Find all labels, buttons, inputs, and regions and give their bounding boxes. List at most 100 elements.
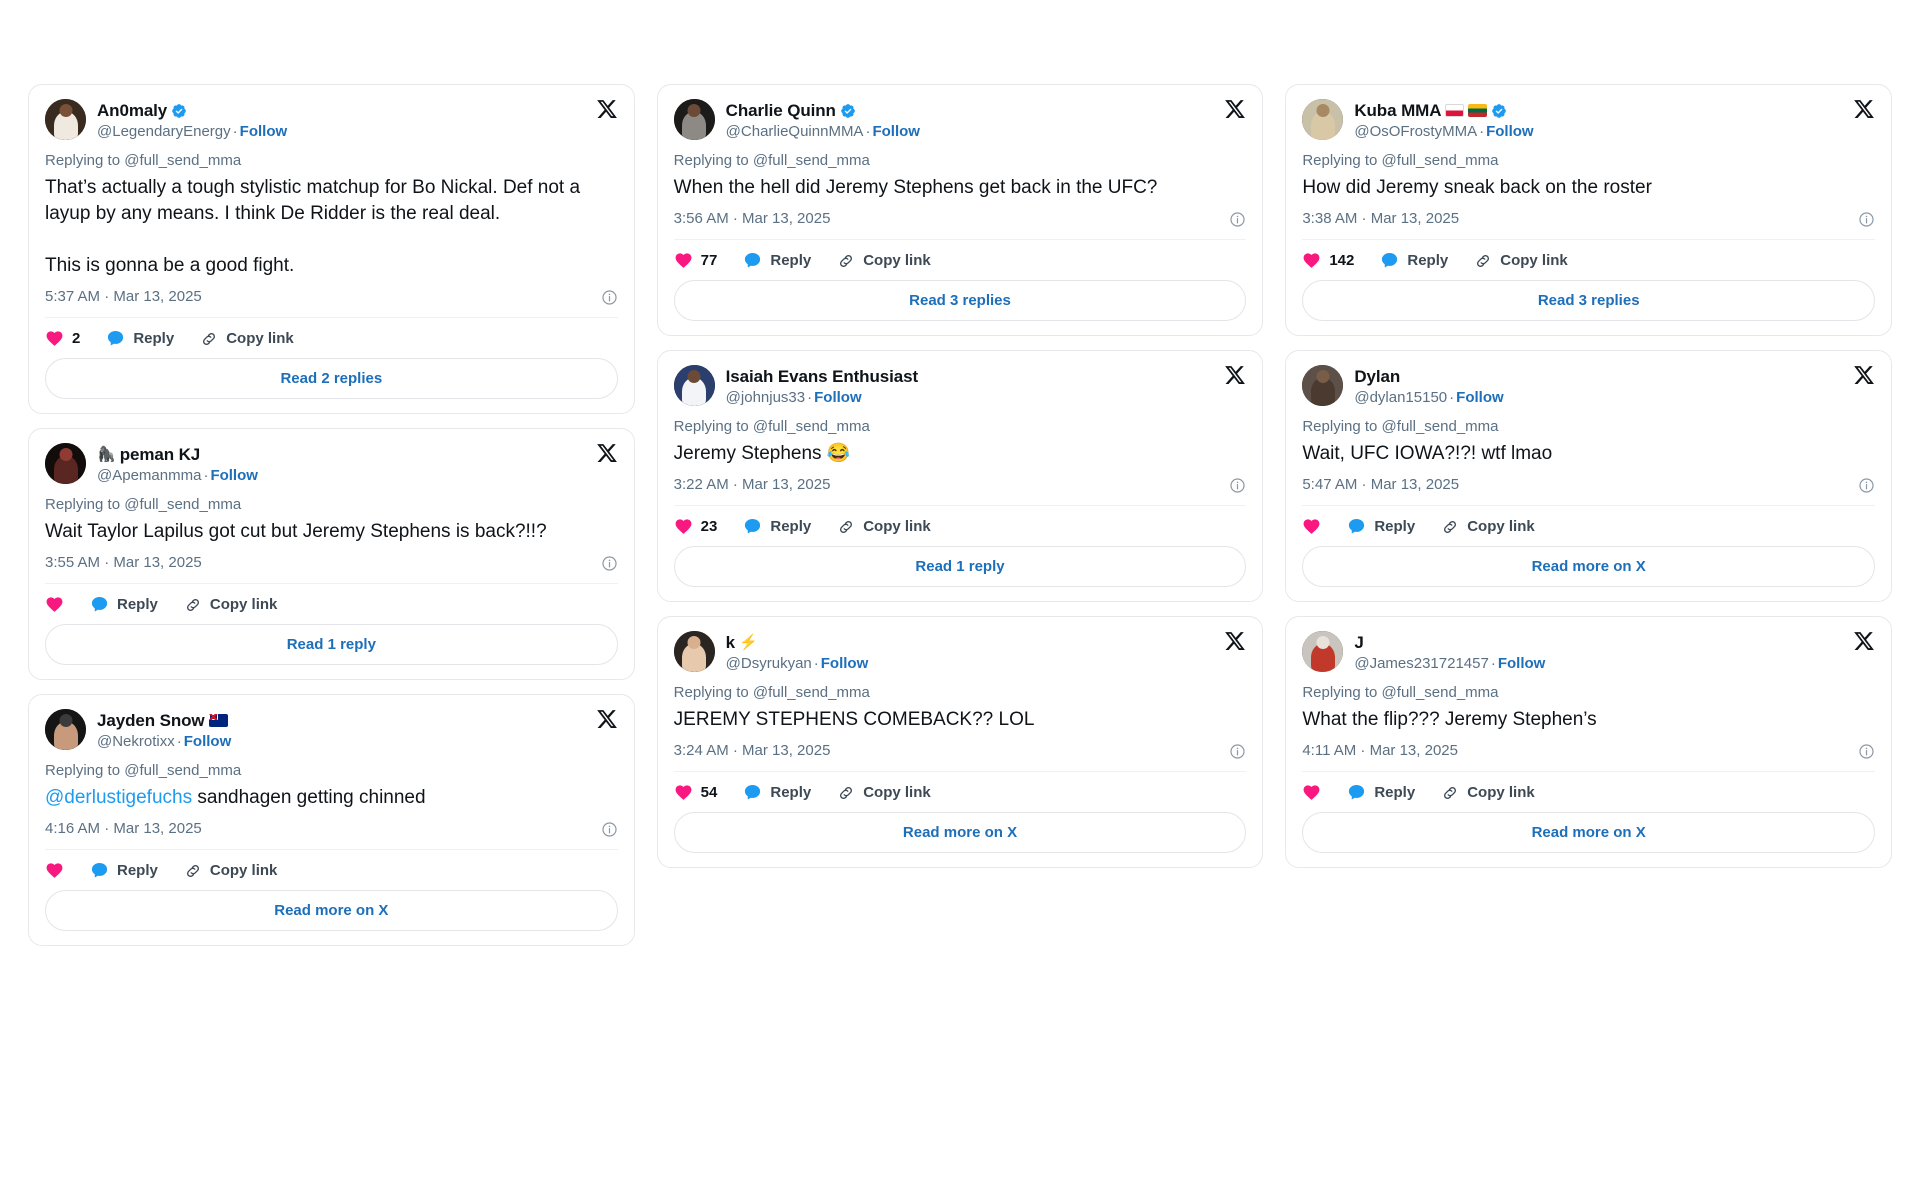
info-circle-icon[interactable] — [601, 555, 618, 572]
like-action[interactable] — [45, 595, 64, 614]
copy-link-label: Copy link — [863, 783, 931, 801]
dot-separator: · — [1490, 655, 1496, 672]
follow-button[interactable]: Follow — [1498, 655, 1546, 672]
info-circle-icon[interactable] — [1229, 477, 1246, 494]
follow-button[interactable]: Follow — [814, 389, 862, 406]
display-name[interactable]: k — [726, 632, 735, 653]
avatar[interactable] — [673, 631, 715, 672]
user-handle[interactable]: @Dsyrukyan — [726, 655, 812, 672]
avatar[interactable] — [673, 365, 715, 406]
follow-button[interactable]: Follow — [1486, 123, 1534, 140]
header-text: Jayden Snow @Nekrotixx · Follow — [97, 709, 618, 752]
reply-action[interactable]: Reply — [1347, 517, 1415, 536]
user-handle[interactable]: @James231721457 — [1354, 655, 1489, 672]
like-action[interactable]: 2 — [45, 329, 80, 348]
display-name[interactable]: Charlie Quinn — [726, 100, 836, 121]
x-logo-icon[interactable] — [1224, 98, 1246, 120]
follow-button[interactable]: Follow — [210, 467, 258, 484]
info-circle-icon[interactable] — [1858, 477, 1875, 494]
x-logo-icon[interactable] — [596, 442, 618, 464]
read-replies-button[interactable]: Read more on X — [1302, 812, 1876, 853]
avatar[interactable] — [1302, 631, 1344, 672]
display-name[interactable]: An0maly — [97, 100, 167, 121]
read-replies-button[interactable]: Read more on X — [1302, 546, 1876, 587]
like-action[interactable]: 77 — [674, 251, 717, 270]
copy-link-action[interactable]: Copy link — [200, 330, 294, 348]
copy-link-action[interactable]: Copy link — [184, 862, 277, 880]
x-logo-icon[interactable] — [596, 708, 618, 730]
read-replies-button[interactable]: Read 3 replies — [673, 280, 1247, 321]
timestamp: 3:24 AM · Mar 13, 2025 — [673, 742, 831, 759]
display-name[interactable]: J — [1354, 632, 1363, 653]
like-action[interactable]: 54 — [674, 783, 717, 802]
read-replies-button[interactable]: Read 1 reply — [673, 546, 1247, 587]
user-handle[interactable]: @CharlieQuinnMMA — [726, 123, 864, 140]
info-circle-icon[interactable] — [1858, 211, 1875, 228]
read-replies-button[interactable]: Read more on X — [673, 812, 1247, 853]
user-handle[interactable]: @Apemanmma — [97, 467, 201, 484]
follow-button[interactable]: Follow — [240, 123, 288, 140]
like-action[interactable] — [1302, 517, 1321, 536]
x-logo-icon[interactable] — [1853, 364, 1875, 386]
reply-action[interactable]: Reply — [1347, 783, 1415, 802]
display-name[interactable]: peman KJ — [120, 444, 201, 465]
reply-action[interactable]: Reply — [743, 251, 811, 270]
reply-action[interactable]: Reply — [90, 861, 158, 880]
read-replies-button[interactable]: Read 1 reply — [45, 624, 618, 665]
x-logo-icon[interactable] — [1224, 630, 1246, 652]
like-action[interactable] — [45, 861, 64, 880]
reply-action[interactable]: Reply — [106, 329, 174, 348]
user-handle[interactable]: @OsOFrostyMMA — [1354, 123, 1477, 140]
read-replies-button[interactable]: Read 2 replies — [45, 358, 618, 399]
x-logo-icon[interactable] — [1224, 364, 1246, 386]
x-logo-icon[interactable] — [1853, 98, 1875, 120]
avatar[interactable] — [1302, 365, 1344, 406]
follow-button[interactable]: Follow — [1456, 389, 1504, 406]
avatar[interactable] — [45, 443, 86, 484]
info-circle-icon[interactable] — [601, 289, 618, 306]
avatar[interactable] — [673, 99, 715, 140]
copy-link-action[interactable]: Copy link — [184, 596, 277, 614]
copy-link-action[interactable]: Copy link — [1441, 518, 1535, 536]
info-circle-icon[interactable] — [1229, 211, 1246, 228]
user-handle[interactable]: @dylan15150 — [1354, 389, 1447, 406]
timestamp-row: 5:37 AM · Mar 13, 2025 — [45, 287, 618, 317]
display-name[interactable]: Kuba MMA — [1354, 100, 1441, 121]
copy-link-action[interactable]: Copy link — [1441, 784, 1535, 802]
reply-label: Reply — [770, 783, 812, 801]
copy-link-action[interactable]: Copy link — [837, 518, 931, 536]
display-name[interactable]: Jayden Snow — [97, 710, 205, 731]
avatar[interactable] — [1302, 99, 1344, 140]
replying-to-label: Replying to @full_send_mma — [673, 418, 870, 435]
display-name-row: Kuba MMA — [1354, 100, 1875, 121]
display-name[interactable]: Isaiah Evans Enthusiast — [726, 366, 918, 387]
info-circle-icon[interactable] — [1229, 743, 1246, 760]
copy-link-action[interactable]: Copy link — [837, 252, 931, 270]
user-handle[interactable]: @LegendaryEnergy — [97, 123, 231, 140]
copy-link-action[interactable]: Copy link — [1474, 252, 1568, 270]
info-circle-icon[interactable] — [1858, 743, 1875, 760]
display-name[interactable]: Dylan — [1354, 366, 1400, 387]
x-logo-icon[interactable] — [1853, 630, 1875, 652]
like-action[interactable]: 142 — [1302, 251, 1354, 270]
follow-button[interactable]: Follow — [872, 123, 920, 140]
reply-action[interactable]: Reply — [743, 783, 811, 802]
avatar[interactable] — [45, 99, 86, 140]
reply-action[interactable]: Reply — [743, 517, 811, 536]
user-handle[interactable]: @johnjus33 — [726, 389, 805, 406]
copy-link-action[interactable]: Copy link — [837, 784, 931, 802]
like-action[interactable] — [1302, 783, 1321, 802]
read-replies-button[interactable]: Read 3 replies — [1302, 280, 1876, 321]
info-circle-icon[interactable] — [601, 821, 618, 838]
like-action[interactable]: 23 — [674, 517, 717, 536]
read-replies-button[interactable]: Read more on X — [45, 890, 618, 931]
reply-action[interactable]: Reply — [90, 595, 158, 614]
replying-to-label: Replying to @full_send_mma — [673, 684, 870, 701]
mention-link[interactable]: @derlustigefuchs — [45, 787, 192, 808]
follow-button[interactable]: Follow — [821, 655, 869, 672]
reply-action[interactable]: Reply — [1380, 251, 1448, 270]
x-logo-icon[interactable] — [596, 98, 618, 120]
avatar[interactable] — [45, 709, 86, 750]
follow-button[interactable]: Follow — [184, 733, 232, 750]
user-handle[interactable]: @Nekrotixx — [97, 733, 175, 750]
